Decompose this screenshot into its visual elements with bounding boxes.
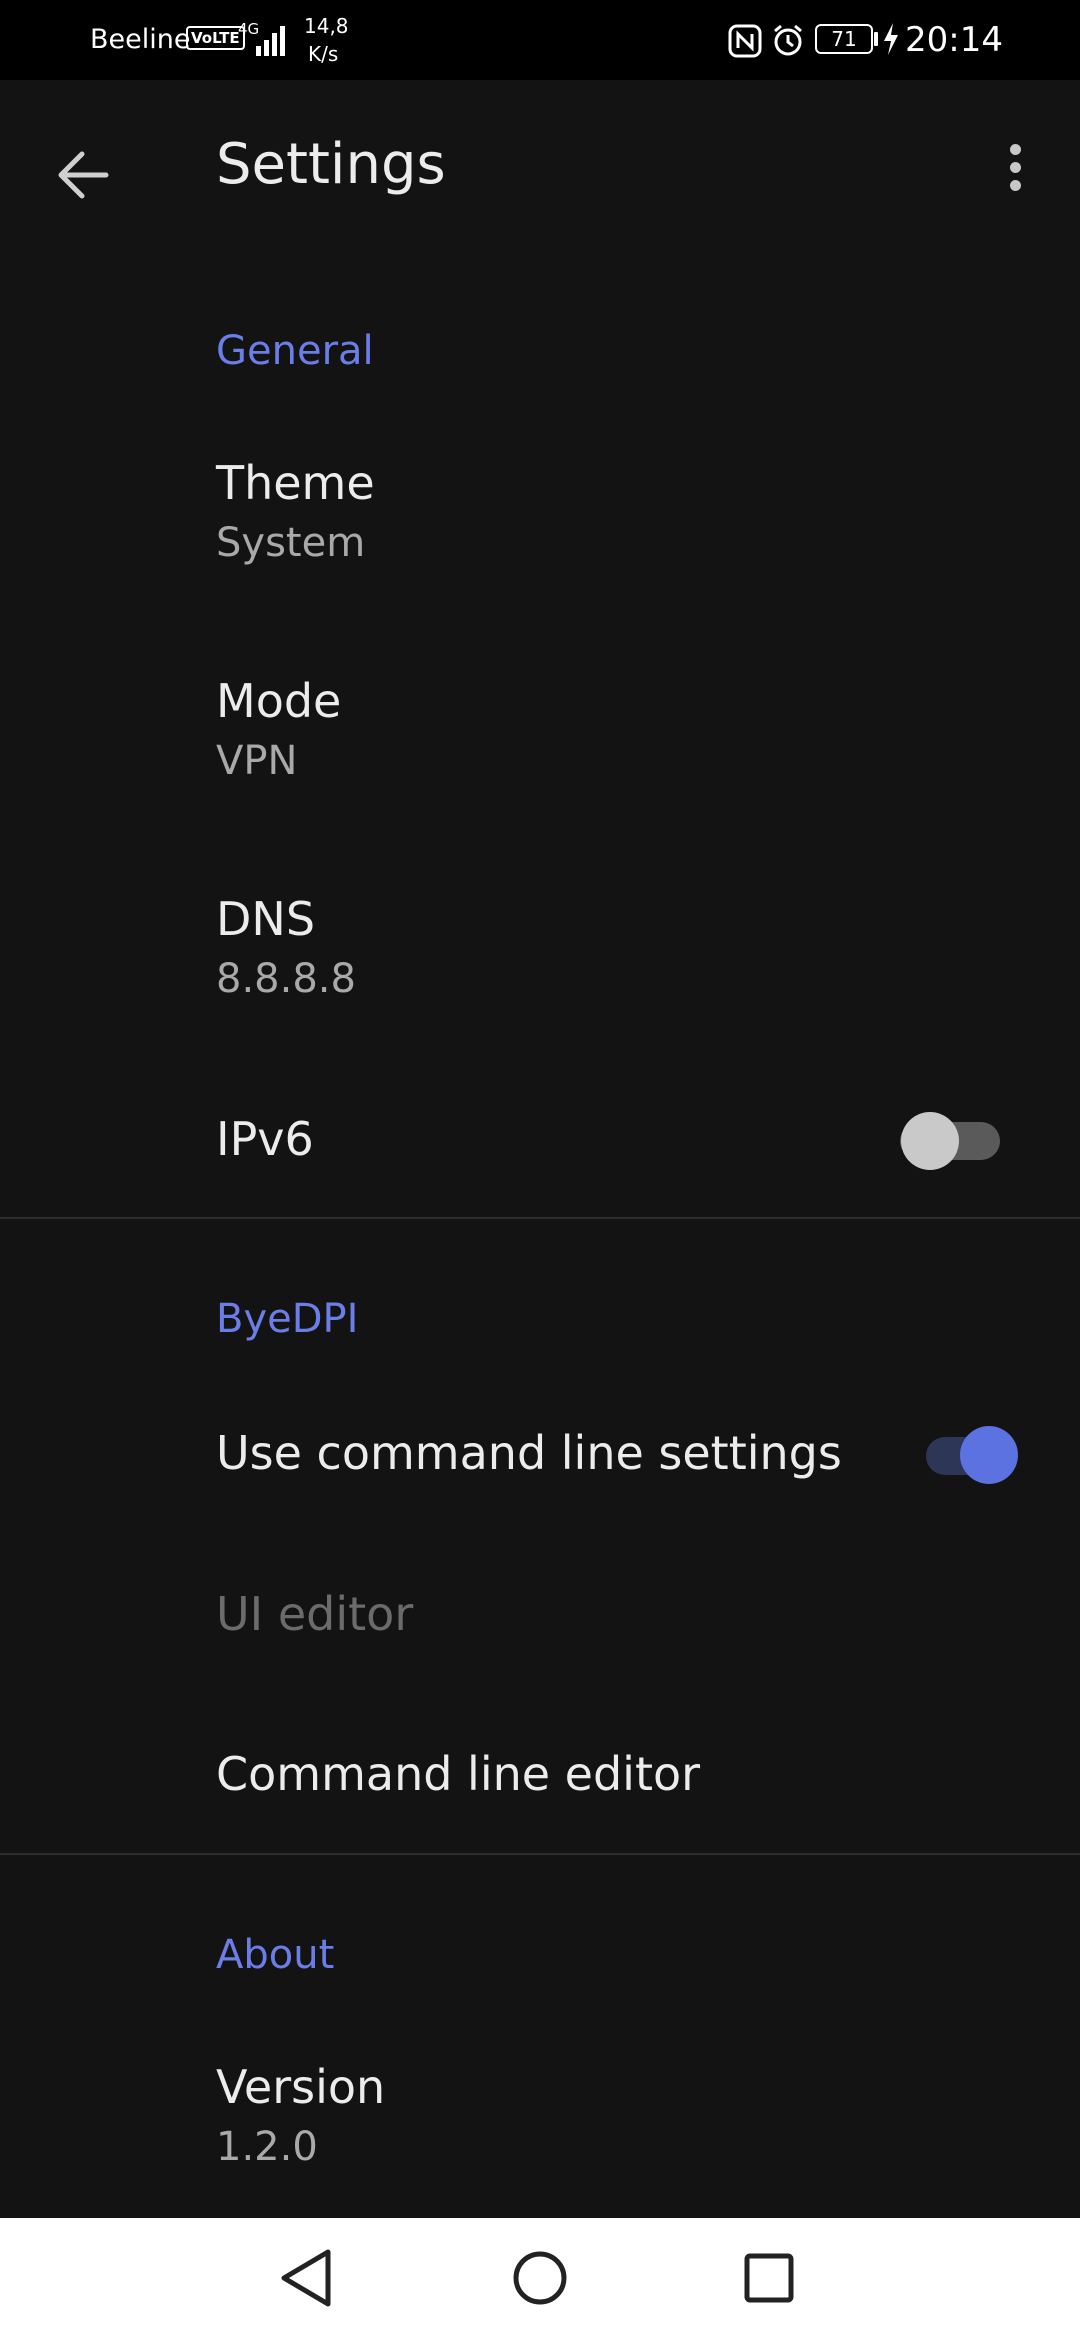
clock: 20:14 (905, 20, 1003, 60)
nav-recents-square-icon (744, 2253, 794, 2303)
pref-title: Use command line settings (216, 1426, 842, 1480)
pref-title: Version (216, 2060, 386, 2114)
ipv6-switch[interactable] (900, 1106, 1000, 1170)
pref-title: Mode (216, 674, 342, 728)
switch-thumb (960, 1426, 1018, 1484)
section-divider (0, 1217, 1080, 1219)
nav-recents-button[interactable] (729, 2238, 809, 2318)
section-divider (0, 1853, 1080, 1855)
pref-summary: 8.8.8.8 (216, 956, 356, 1002)
pref-use-command-line[interactable]: Use command line settings (0, 1390, 1080, 1520)
navigation-bar (0, 2218, 1080, 2340)
nav-home-button[interactable] (500, 2238, 580, 2318)
page-title: Settings (216, 132, 446, 197)
back-button[interactable] (40, 130, 130, 220)
pref-title: UI editor (216, 1587, 414, 1641)
battery-level: 71 (831, 27, 857, 51)
use-command-line-switch[interactable] (922, 1420, 1022, 1484)
app-bar: Settings (0, 80, 1080, 250)
arrow-left-icon (58, 151, 109, 199)
nav-back-button[interactable] (270, 2238, 350, 2318)
pref-ipv6[interactable]: IPv6 (0, 1074, 1080, 1214)
battery-icon: 71 (815, 24, 873, 54)
charging-icon (884, 23, 898, 55)
pref-title: Command line editor (216, 1747, 701, 1801)
section-header-about: About (216, 1932, 335, 1978)
pref-ui-editor: UI editor (0, 1555, 1080, 1675)
volte-badge: VoLTE (186, 26, 245, 50)
pref-title: Theme (216, 456, 375, 510)
signal-icon (256, 26, 285, 56)
pref-title: IPv6 (216, 1112, 314, 1166)
pref-summary: 1.2.0 (216, 2124, 318, 2170)
status-bar: Beeline VoLTE 4G 14,8 K/s 71 20:14 (0, 0, 1080, 80)
pref-version[interactable]: Version 1.2.0 (0, 2030, 1080, 2210)
battery-tip (874, 32, 878, 46)
more-options-button[interactable] (990, 130, 1040, 220)
pref-title: DNS (216, 892, 316, 946)
alarm-icon (774, 24, 802, 56)
nav-back-triangle-icon (281, 2249, 331, 2307)
speed-value: 14,8 (304, 14, 349, 38)
pref-theme[interactable]: Theme System (0, 420, 1080, 620)
section-header-general: General (216, 328, 374, 374)
pref-mode[interactable]: Mode VPN (0, 638, 1080, 838)
pref-command-line-editor[interactable]: Command line editor (0, 1715, 1080, 1835)
switch-thumb (901, 1112, 959, 1170)
carrier-name: Beeline (90, 24, 191, 55)
section-header-byedpi: ByeDPI (216, 1296, 359, 1342)
nfc-icon (728, 24, 762, 58)
pref-summary: System (216, 520, 366, 566)
pref-summary: VPN (216, 738, 298, 784)
pref-dns[interactable]: DNS 8.8.8.8 (0, 856, 1080, 1056)
speed-unit: K/s (308, 42, 339, 66)
nav-home-circle-icon (513, 2251, 567, 2305)
